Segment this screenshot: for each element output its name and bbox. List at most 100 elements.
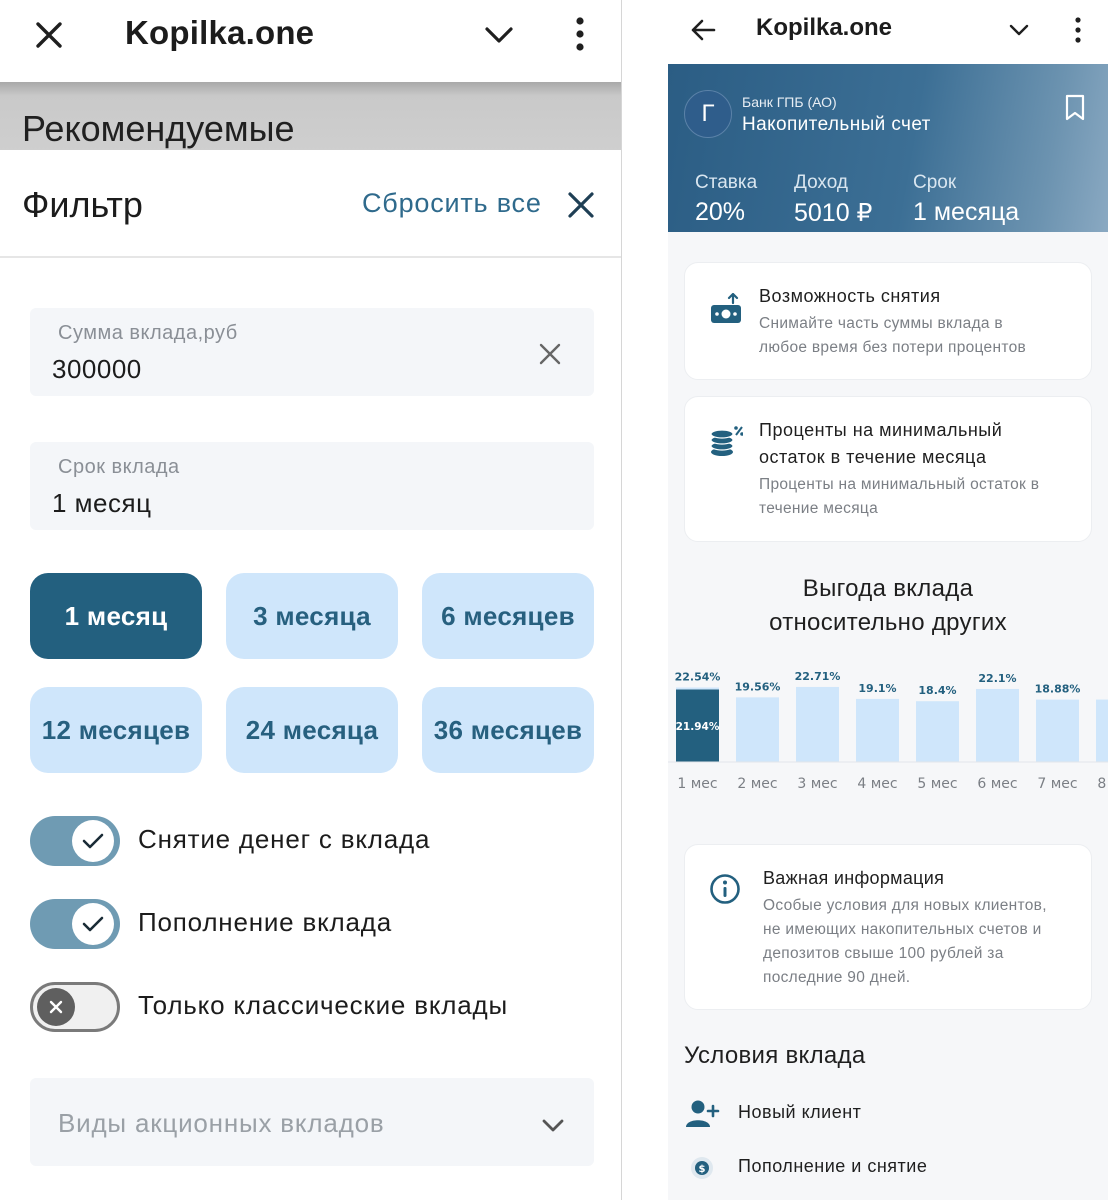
benefit-heading-line: Выгода вклада: [802, 575, 974, 602]
stat-label: Ставка: [695, 172, 758, 193]
app-bar: Kopilka.one: [622, 0, 1108, 64]
feature-desc: любое время без потери процентов: [759, 339, 1027, 356]
feature-desc: Снимайте часть суммы вклада в: [759, 315, 1003, 332]
term-chip-1[interactable]: 1 месяц: [30, 573, 202, 659]
promo-placeholder: Виды акционных вкладов: [58, 1108, 385, 1138]
feature-title: Проценты на минимальный: [759, 420, 1003, 440]
toggle-classic-row: Только классические вклады: [30, 978, 610, 1038]
filter-sheet: Фильтр Сбросить все Сумма вклада,руб 300…: [0, 150, 622, 1200]
withdraw-money-icon: [711, 293, 741, 323]
chart-category-label: 7 мес: [1037, 776, 1077, 792]
stat-value: 1 месяца: [913, 198, 1020, 226]
chart-bar: [916, 701, 959, 762]
term-chip-24[interactable]: 24 месяца: [226, 687, 398, 773]
svg-text:$: $: [699, 1164, 706, 1175]
feature-title: остаток в течение месяца: [759, 447, 987, 467]
filter-screen: Kopilka.one Рекомендуемые Фильтр Сбросит…: [0, 0, 622, 1200]
deposit-detail-screen: Kopilka.one Г Банк ГПБ (АО) Накопительны…: [622, 0, 1108, 1200]
clear-icon[interactable]: [538, 342, 562, 366]
app-title: Kopilka.one: [756, 14, 893, 41]
benefit-bar-chart: 21.94% 22.54% 1 мес 19.56% 2 мес 22.71% 3 мес 1…: [668, 670, 1108, 792]
toggle-classic[interactable]: [30, 982, 120, 1032]
coins-percent-icon: [710, 426, 743, 456]
toggle-label: Пополнение вклада: [138, 907, 393, 937]
chart-value-label: 19.56%: [735, 680, 781, 693]
toggle-label: Снятие денег с вклада: [138, 824, 431, 854]
chart-bar: [796, 686, 839, 762]
condition-label: Пополнение и снятие: [738, 1156, 928, 1176]
chevron-down-icon[interactable]: [1008, 22, 1030, 38]
chart-category-label: 6 мес: [977, 776, 1017, 792]
chart-bar: [1036, 699, 1079, 762]
feature-title: Возможность снятия: [759, 286, 941, 306]
chart-bar: [856, 698, 899, 762]
toggle-topup-row: Пополнение вклада: [30, 895, 610, 955]
condition-item: $ Пополнение и снятие: [684, 1148, 1092, 1188]
left-gutter: [622, 64, 668, 1200]
toggle-knob: [72, 820, 114, 862]
feature-card-min-balance: Проценты на минимальный остаток в течени…: [684, 396, 1092, 542]
amount-label: Сумма вклада,руб: [58, 322, 238, 344]
term-chip-36[interactable]: 36 месяцев: [422, 687, 594, 773]
chart-value-label: 22.71%: [795, 670, 841, 683]
feature-desc: течение месяца: [759, 500, 878, 517]
deposit-hero: Г Банк ГПБ (АО) Накопительный счет Ставк…: [668, 64, 1108, 232]
chart-value-label: 19.1%: [858, 682, 896, 695]
chevron-down-icon: [542, 1119, 564, 1132]
app-title: Kopilka.one: [125, 14, 315, 51]
info-line: Особые условия для новых клиентов,: [763, 897, 1047, 914]
deposit-withdraw-icon: $: [691, 1157, 713, 1179]
chart-category-label: 1 мес: [677, 776, 717, 792]
term-chip-3[interactable]: 3 месяца: [226, 573, 398, 659]
chart-category-label: 5 мес: [917, 776, 957, 792]
chart-category-label: 2 мес: [737, 776, 777, 792]
close-icon[interactable]: [30, 16, 68, 54]
bank-avatar: Г: [684, 90, 732, 138]
amount-field[interactable]: Сумма вклада,руб 300000: [30, 308, 594, 396]
chart-value-label: 18.4%: [918, 684, 956, 697]
more-vert-icon[interactable]: [566, 14, 594, 54]
bookmark-icon[interactable]: [1064, 94, 1086, 122]
arrow-back-icon[interactable]: [690, 18, 716, 42]
chart-value-label: 22.54%: [675, 671, 721, 684]
reset-all-button[interactable]: Сбросить все: [362, 188, 542, 219]
close-icon[interactable]: [566, 190, 596, 220]
account-type: Накопительный счет: [742, 114, 931, 135]
stat-value: 5010 ₽: [794, 199, 873, 227]
feature-card-withdrawal: Возможность снятия Снимайте часть суммы …: [684, 262, 1092, 380]
toggle-topup[interactable]: [30, 899, 120, 949]
bank-name: Банк ГПБ (АО): [742, 94, 837, 110]
info-line: последние 90 дней.: [763, 969, 911, 986]
chart-category-label: 3 мес: [797, 776, 837, 792]
amount-value: 300000: [52, 354, 142, 384]
toggle-withdrawal[interactable]: [30, 816, 120, 866]
promo-select[interactable]: Виды акционных вкладов: [30, 1078, 594, 1166]
chart-bar-inner-label: 21.94%: [676, 721, 720, 733]
term-value: 1 месяц: [52, 488, 152, 518]
benefit-heading-line: относительно других: [769, 609, 1007, 636]
toggle-knob: [72, 903, 114, 945]
chart-value-label: 22.1%: [978, 672, 1016, 685]
filter-header: Фильтр Сбросить все: [0, 150, 622, 258]
stat-label: Доход: [794, 172, 848, 193]
feature-desc: Проценты на минимальный остаток в: [759, 476, 1040, 493]
chevron-down-icon[interactable]: [482, 20, 516, 50]
term-chip-6[interactable]: 6 месяцев: [422, 573, 594, 659]
term-label: Срок вклада: [58, 456, 180, 478]
check-icon: [82, 833, 104, 849]
stat-label: Срок: [913, 172, 957, 193]
x-icon: [49, 1000, 63, 1014]
toggle-knob: [37, 988, 75, 1026]
benefit-heading: Выгода вклада относительно других: [684, 572, 1092, 640]
chart-category-label: 8 мес: [1097, 776, 1108, 792]
chart-category-label: 4 мес: [857, 776, 897, 792]
term-field[interactable]: Срок вклада 1 месяц: [30, 442, 594, 530]
info-title: Важная информация: [763, 868, 945, 888]
info-line: не имеющих накопительных счетов и: [763, 921, 1042, 938]
toggle-label: Только классические вклады: [138, 990, 508, 1020]
section-heading: Рекомендуемые: [22, 108, 295, 149]
chart-bar: [736, 697, 779, 762]
term-chip-12[interactable]: 12 месяцев: [30, 687, 202, 773]
more-vert-icon[interactable]: [1072, 16, 1084, 44]
add-person-icon: [686, 1100, 720, 1127]
